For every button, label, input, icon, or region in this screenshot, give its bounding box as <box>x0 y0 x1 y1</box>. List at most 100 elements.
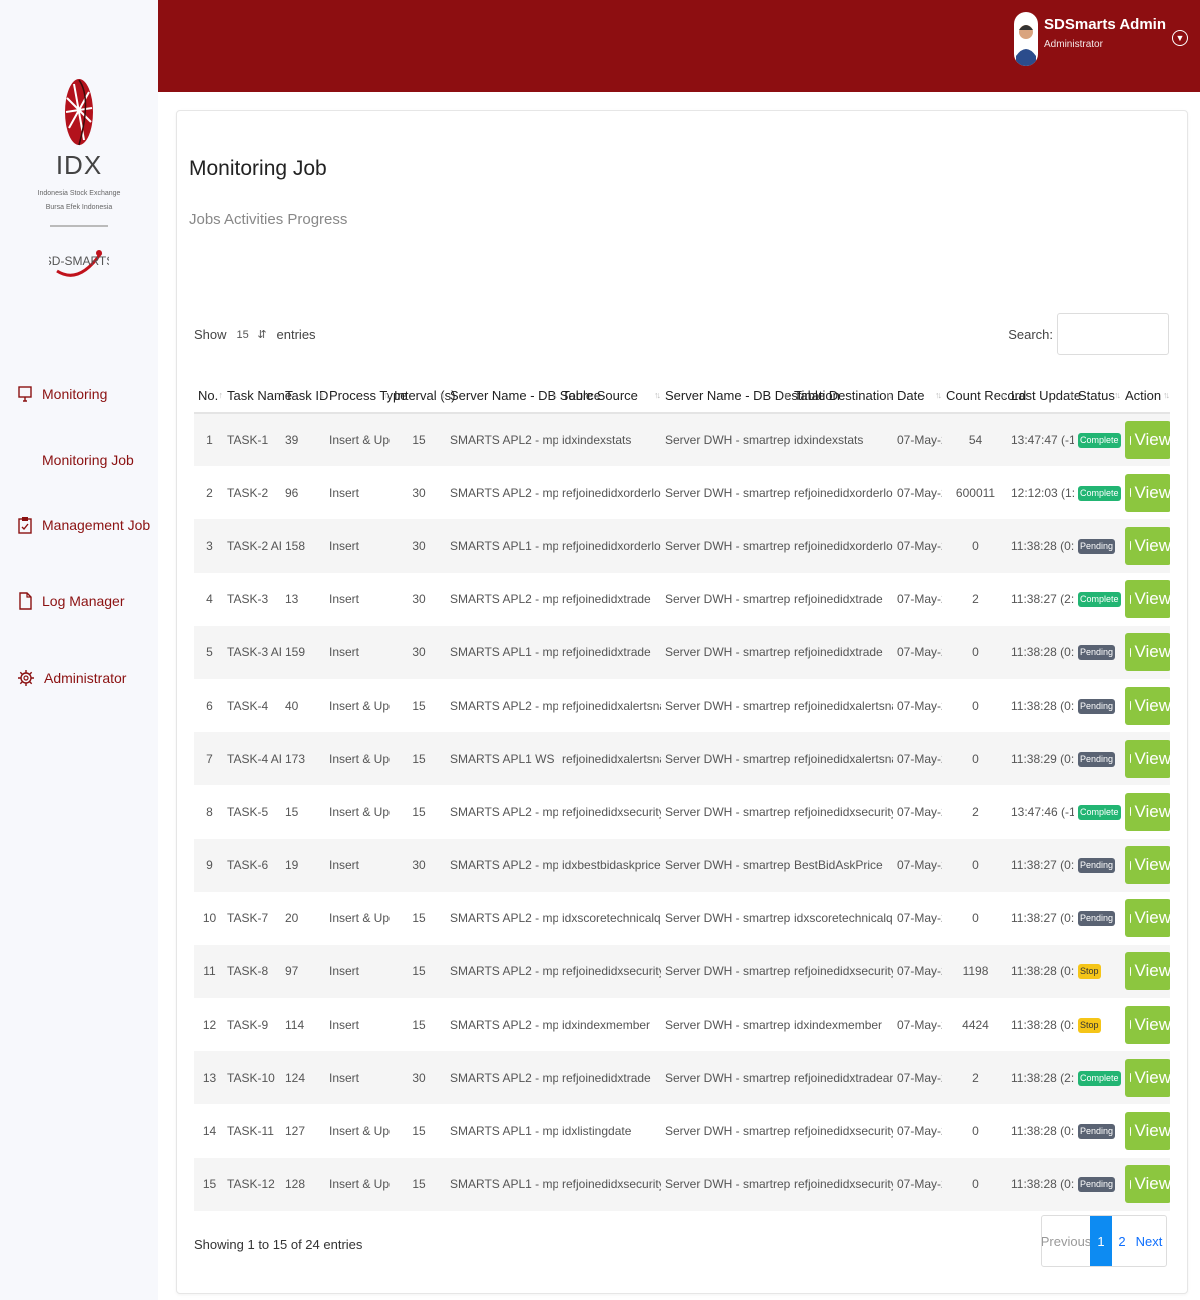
table-row: 3TASK-2 APL1158Insert30SMARTS APL1 - mpl… <box>194 519 1170 573</box>
cell-process-type: Insert <box>329 485 360 500</box>
page-title: Monitoring Job <box>189 157 327 180</box>
cell-process-type: Insert <box>329 1017 360 1032</box>
sidebar-item-monitoring-job[interactable]: Monitoring Job <box>42 452 134 468</box>
cell-task-name: TASK-3 APL1 <box>223 625 281 679</box>
view-button[interactable]: View <box>1125 473 1170 512</box>
user-role: Administrator <box>1044 39 1103 50</box>
cell-status: Pending <box>1074 892 1121 945</box>
cell-source-server: SMARTS APL2 - mplsql <box>450 592 558 607</box>
cell-process-type: Insert <box>325 519 390 573</box>
view-button[interactable]: View <box>1125 1058 1170 1097</box>
column-header[interactable]: Task Name ↑↓ <box>223 379 292 414</box>
next-page-button[interactable]: Next <box>1132 1216 1166 1266</box>
cell-count-record: 0 <box>972 698 979 713</box>
column-header[interactable]: No. ↑ <box>194 379 223 414</box>
cell-source-server: SMARTS APL2 - mplsql <box>450 1017 558 1032</box>
sidebar-item-log-manager[interactable]: Log Manager <box>18 592 125 610</box>
cell-source-server: SMARTS APL1 - mplsql <box>446 625 558 679</box>
view-button[interactable]: View <box>1125 792 1170 831</box>
cell-last-update: 11:38:28 (0:00) <box>1011 1124 1074 1139</box>
cell-process-type: Insert & Update <box>325 1157 390 1211</box>
column-header[interactable]: Server Name - DB Source ↑↓ <box>446 379 601 414</box>
cell-status: Complete <box>1074 785 1121 838</box>
search-input[interactable] <box>1057 313 1169 355</box>
cell-source-table: refjoinedidxsecuritytradeall <box>562 804 661 819</box>
page-button-1[interactable]: 1 <box>1090 1216 1112 1266</box>
cell-process-type: Insert <box>329 592 360 607</box>
sidebar-item-administrator[interactable]: Administrator <box>18 670 126 686</box>
cell-status: Stop <box>1074 998 1121 1051</box>
cell-process-type: Insert & Update <box>329 1124 390 1139</box>
entries-select[interactable]: 15 ⇵ <box>237 328 267 342</box>
cell-date: 07-May-24 <box>897 1017 942 1032</box>
status-badge: Complete <box>1078 433 1121 449</box>
previous-page-button[interactable]: Previous <box>1042 1216 1091 1266</box>
view-button[interactable]: View <box>1125 1165 1170 1204</box>
sidebar-item-management-job[interactable]: Management Job <box>18 516 150 534</box>
cell-source-table: idxindexstats <box>558 413 661 467</box>
column-header[interactable]: Task ID ↑↓ <box>281 379 328 414</box>
cell-interval: 15 <box>390 944 446 999</box>
chevron-down-icon[interactable]: ▼ <box>1172 30 1188 46</box>
cell-last-update: 13:47:46 (-1:59) <box>1011 804 1074 819</box>
view-button-label: View <box>1134 642 1170 662</box>
view-button[interactable]: View <box>1125 686 1170 725</box>
cell-status: Pending <box>1074 679 1121 732</box>
cell-action: View <box>1121 732 1170 786</box>
cell-task-name: TASK-10 <box>223 1051 281 1105</box>
view-button[interactable]: View <box>1125 580 1170 619</box>
cell-source-table: refjoinedidxorderlog <box>558 519 661 573</box>
column-header[interactable]: Count Record ↑↓ <box>942 379 1026 414</box>
cell-status: Pending <box>1074 838 1121 892</box>
view-button[interactable]: View <box>1125 1005 1170 1044</box>
status-badge: Pending <box>1078 1177 1116 1193</box>
user-menu[interactable]: SDSmarts Admin Administrator ▼ <box>1014 12 1188 66</box>
cell-count-record: 0 <box>942 838 1007 892</box>
view-button[interactable]: View <box>1125 846 1170 885</box>
cell-source-table: idxlistingdate <box>562 1124 632 1139</box>
cell-source-table: refjoinedidxorderlog <box>562 485 661 500</box>
entries-label: entries <box>276 327 316 342</box>
column-header[interactable]: Date ↑↓ <box>893 379 942 414</box>
cell-destination-table: refjoinedidxsecuritystatus <box>794 1124 893 1139</box>
cell-status: Pending <box>1074 519 1121 573</box>
cell-interval: 30 <box>390 625 446 679</box>
cell-action: View <box>1121 466 1170 519</box>
cell-last-update: 12:12:03 (1:35) <box>1011 485 1074 500</box>
view-button[interactable]: View <box>1125 1112 1170 1151</box>
cell-task-id: 40 <box>285 698 299 713</box>
cell-count-record: 4424 <box>962 1017 989 1032</box>
view-button[interactable]: View <box>1125 526 1170 565</box>
sidebar-item-monitoring[interactable]: Monitoring <box>18 386 107 402</box>
cell-source-table: refjoinedidxsecuritystatus <box>558 1157 661 1211</box>
page-button-2[interactable]: 2 <box>1112 1216 1132 1266</box>
column-header[interactable]: Server Name - DB Destination ↑↓ <box>661 379 840 414</box>
cell-action: View <box>1121 998 1170 1051</box>
user-info: SDSmarts Admin Administrator <box>1044 12 1166 50</box>
cell-interval: 30 <box>412 485 426 500</box>
column-header[interactable]: Table Destination ↑↓ <box>790 379 894 414</box>
column-header[interactable]: Interval (s) ↑↓ <box>390 379 455 414</box>
cell-source-table: idxindexmember <box>562 1017 651 1032</box>
column-header[interactable]: Process Type ↑↓ <box>325 379 408 414</box>
view-button[interactable]: View <box>1125 952 1170 991</box>
cell-interval: 15 <box>412 1124 426 1139</box>
cell-action: View <box>1121 519 1170 573</box>
table-row: 7TASK-4 APL1173Insert & Update15SMARTS A… <box>194 732 1170 786</box>
cell-count-record: 0 <box>942 625 1007 679</box>
cell-row-number: 1 <box>194 413 223 467</box>
view-button[interactable]: View <box>1125 421 1170 460</box>
view-button[interactable]: View <box>1125 633 1170 672</box>
view-button-label: View <box>1134 482 1170 502</box>
table-row: 4 TASK-3 13 Insert 30 SMARTS APL2 - mplsql ref… <box>194 573 1170 626</box>
column-header[interactable]: Last Update ↑↓ <box>1007 379 1081 414</box>
column-header[interactable]: Action ↑↓ <box>1121 379 1170 414</box>
cell-destination-server: Server DWH - smartrepwas <box>661 732 790 786</box>
view-button-label: View <box>1134 961 1170 981</box>
cell-action: View <box>1121 413 1170 467</box>
column-header[interactable]: Table Source ↑↓ <box>558 379 661 414</box>
view-button[interactable]: View <box>1125 899 1170 938</box>
column-header[interactable]: Status ↑↓ <box>1074 379 1121 414</box>
status-badge: Complete <box>1078 592 1121 608</box>
view-button[interactable]: View <box>1125 739 1170 778</box>
